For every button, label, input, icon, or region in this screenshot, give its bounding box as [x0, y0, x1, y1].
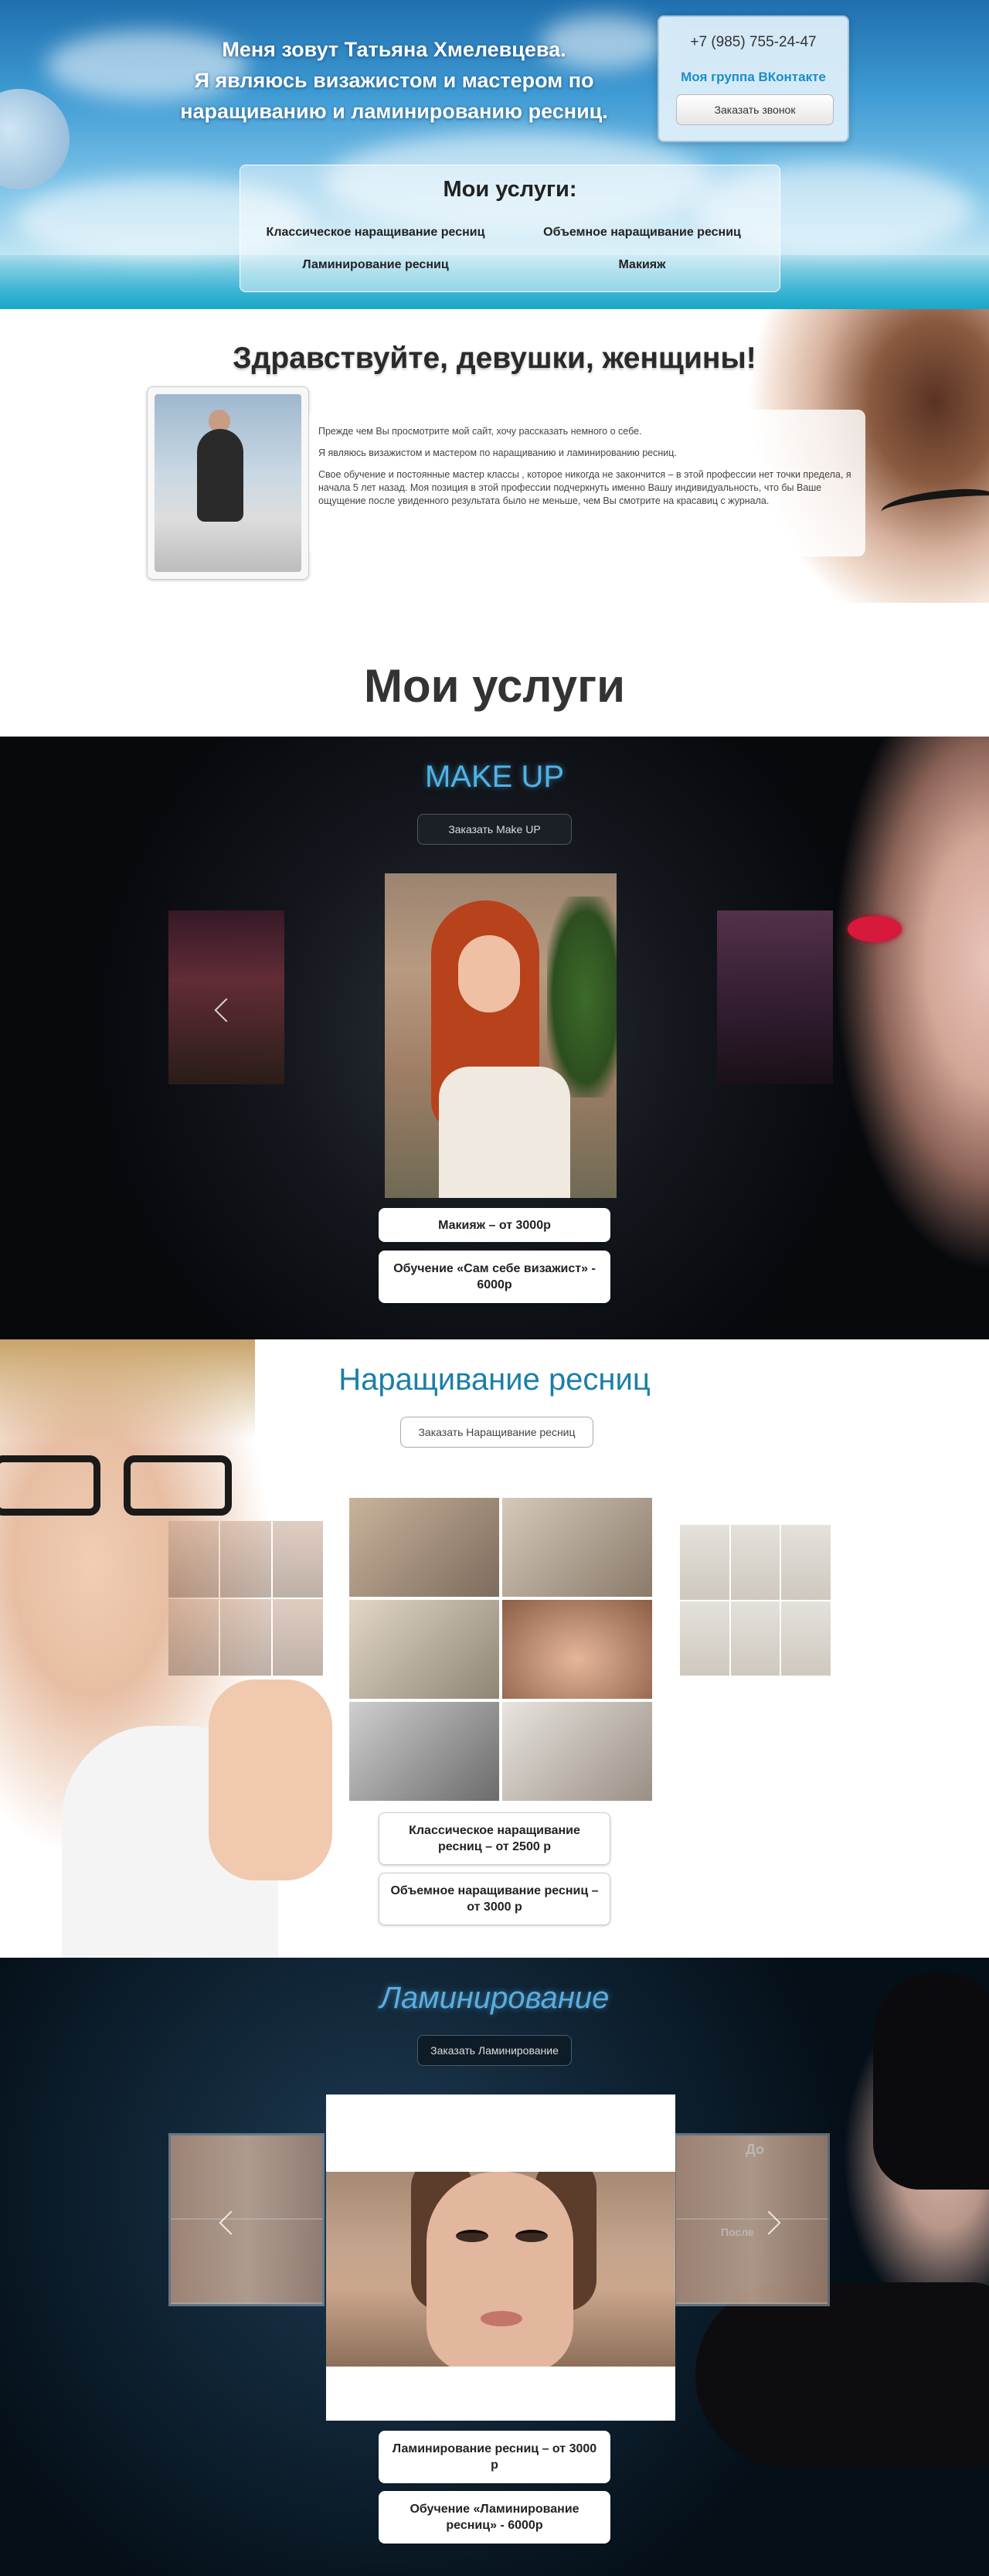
about-paragraph: Прежде чем Вы просмотрите мой сайт, хочу… — [318, 426, 642, 437]
moon-decoration — [0, 89, 70, 189]
makeup-title: MAKE UP — [424, 760, 565, 794]
order-makeup-button[interactable]: Заказать Make UP — [417, 814, 572, 845]
carousel-next-image[interactable] — [680, 1525, 831, 1676]
about-paragraph: Свое обучение и постоянные мастер классы… — [318, 469, 851, 506]
service-link-makeup[interactable]: Макияж — [522, 258, 762, 272]
lashes-title: Наращивание ресниц — [338, 1363, 651, 1397]
about-text: Прежде чем Вы просмотрите мой сайт, хочу… — [318, 425, 851, 516]
lamination-title: Ламинирование — [379, 1981, 610, 2015]
price-makeup-course: Обучение «Сам себе визажист» - 6000р — [379, 1251, 610, 1303]
intro-line: наращиванию и ламинированию ресниц. — [180, 100, 608, 123]
makeup-section: MAKE UP Заказать Make UP Макияж – от 300… — [0, 737, 989, 1339]
price-lamination-course: Обучение «Ламинирование ресниц» - 6000р — [379, 2491, 610, 2544]
about-paragraph: Я являюсь визажистом и мастером по наращ… — [318, 447, 677, 458]
greeting-section: Здравствуйте, девушки, женщины! Прежде ч… — [0, 309, 989, 603]
gallery-photo[interactable] — [501, 1700, 654, 1802]
service-link-lamination[interactable]: Ламинирование ресниц — [256, 258, 495, 272]
greeting-title: Здравствуйте, девушки, женщины! — [233, 342, 756, 375]
gallery-photo[interactable] — [501, 1598, 654, 1700]
gallery-photo[interactable] — [501, 1496, 654, 1598]
services-heading: Мои услуги — [364, 660, 625, 712]
carousel-next-image[interactable]: До После — [674, 2133, 830, 2306]
order-lashes-button[interactable]: Заказать Наращивание ресниц — [400, 1417, 593, 1448]
photo-eye — [456, 2230, 488, 2242]
photo-face — [458, 935, 520, 1012]
services-title: Мои услуги: — [443, 177, 577, 202]
services-box: Мои услуги: Классическое наращивание рес… — [240, 165, 780, 292]
lamination-carousel-image — [326, 2094, 675, 2421]
price-lamination: Ламинирование ресниц – от 3000 р — [379, 2431, 610, 2483]
service-link-classic-lashes[interactable]: Классическое наращивание ресниц — [256, 226, 495, 240]
contact-box: +7 (985) 755-24-47 Моя группа ВКонтакте … — [658, 15, 849, 142]
carousel-prev-image[interactable] — [168, 1521, 323, 1676]
author-photo — [155, 394, 301, 572]
lashes-section: Наращивание ресниц Заказать Наращивание … — [0, 1339, 989, 1958]
gallery-photo[interactable] — [348, 1598, 501, 1700]
thumbs-up-decoration — [209, 1679, 332, 1880]
glasses-decoration — [0, 1455, 247, 1517]
order-lamination-button[interactable]: Заказать Ламинирование — [417, 2035, 572, 2066]
price-makeup: Макияж – от 3000р — [379, 1208, 610, 1242]
price-volume-lashes: Объемное наращивание ресниц – от 3000 р — [379, 1873, 610, 1925]
before-label: До — [746, 2142, 765, 2157]
red-lips-decoration — [848, 916, 902, 942]
author-photo-frame — [147, 386, 309, 580]
phone-number[interactable]: +7 (985) 755-24-47 — [659, 34, 848, 51]
header-section: Меня зовут Татьяна Хмелевцева. Я являюсь… — [0, 0, 989, 309]
price-classic-lashes: Классическое наращивание ресниц – от 250… — [379, 1812, 610, 1865]
vk-group-link[interactable]: Моя группа ВКонтакте — [659, 70, 848, 85]
intro-text: Меня зовут Татьяна Хмелевцева. Я являюсь… — [162, 34, 626, 127]
photo-figure-body — [197, 429, 243, 522]
intro-line: Я являюсь визажистом и мастером по — [194, 69, 594, 92]
photo-dress — [439, 1067, 570, 1198]
black-glove-decoration — [695, 2282, 989, 2468]
carousel-prev-image[interactable] — [168, 2133, 325, 2306]
intro-line: Меня зовут Татьяна Хмелевцева. — [222, 38, 566, 61]
photo-lips — [481, 2311, 522, 2326]
photo-eye — [515, 2230, 548, 2242]
carousel-next-image[interactable] — [717, 910, 833, 1084]
service-link-volume-lashes[interactable]: Объемное наращивание ресниц — [522, 226, 762, 240]
after-label: После — [721, 2226, 754, 2238]
lamination-result-photo — [326, 2172, 675, 2367]
lamination-section: Ламинирование Заказать Ламинирование До … — [0, 1958, 989, 2576]
model-face-decoration — [811, 737, 989, 1339]
gallery-photo[interactable] — [348, 1700, 501, 1802]
photo-plant — [547, 897, 617, 1097]
gallery-photo[interactable] — [348, 1496, 501, 1598]
makeup-carousel-image — [385, 873, 617, 1198]
order-call-button[interactable]: Заказать звонок — [676, 94, 834, 125]
lashes-gallery — [348, 1496, 654, 1802]
photo-face — [427, 2172, 573, 2367]
